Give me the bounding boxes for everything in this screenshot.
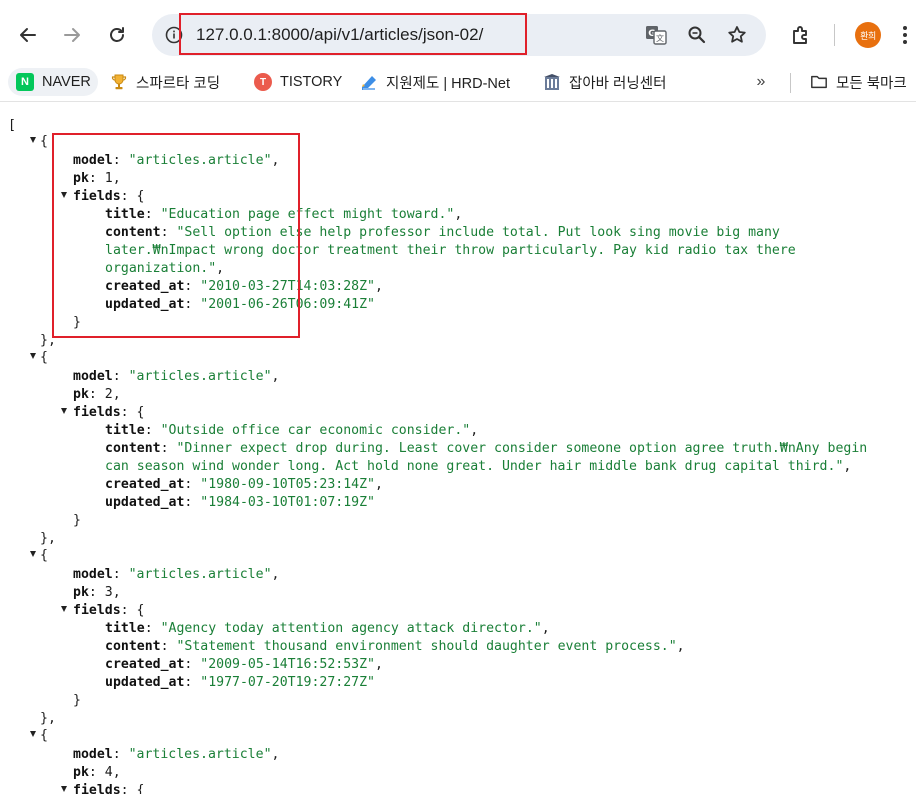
json-entry-title: title: "Outside office car economic cons… (105, 423, 479, 438)
bookmark-label: 잡아바 러닝센터 (569, 75, 667, 92)
collapse-toggle-icon[interactable] (61, 605, 69, 613)
json-entry-content: content: "Dinner expect drop during. Lea… (105, 441, 868, 456)
collapse-toggle-icon[interactable] (30, 730, 38, 738)
double-chevron-right-icon: » (756, 73, 766, 90)
bookmark-tistory[interactable]: T TISTORY (254, 68, 342, 96)
collapse-toggle-icon[interactable] (30, 550, 38, 558)
json-entry-fields: fields: { (73, 189, 145, 204)
json-content-continuation: later.₩nImpact wrong doctor treatment th… (105, 243, 796, 258)
svg-text:文: 文 (656, 33, 664, 43)
bookmarks-bar: N NAVER 스파르타 코딩 T TISTORY 지원제도 | HRD-Net… (0, 62, 916, 102)
arrow-right-icon (64, 28, 80, 42)
folder-icon (810, 73, 828, 91)
json-entry-title: title: "Agency today attention agency at… (105, 621, 550, 636)
fields-close-brace: } (73, 693, 81, 708)
object-open-brace: { (40, 548, 48, 563)
json-entry-content: content: "Sell option else help professo… (105, 225, 780, 240)
json-entry-model: model: "articles.article", (73, 153, 280, 168)
naver-icon: N (16, 73, 34, 91)
json-entry-fields: fields: { (73, 783, 145, 794)
bookmark-label: NAVER (42, 74, 91, 90)
browser-toolbar: 127.0.0.1:8000/api/v1/articles/json-02/ … (0, 0, 916, 62)
fields-close-brace: } (73, 315, 81, 330)
json-entry-pk: pk: 1, (73, 171, 121, 186)
json-entry-updated-at: updated_at: "2001-06-26T06:09:41Z" (105, 297, 375, 312)
object-open-brace: { (40, 728, 48, 743)
json-entry-content: content: "Statement thousand environment… (105, 639, 685, 654)
bookmark-star-button[interactable] (723, 21, 751, 49)
profile-avatar[interactable]: 환희 (855, 22, 881, 48)
json-viewer: [ { model: "articles.article", pk: 1, fi… (0, 103, 916, 794)
all-bookmarks-label: 모든 북마크 (836, 75, 907, 92)
json-content-continuation: can season wind wonder long. Act hold no… (105, 459, 852, 474)
json-entry-title: title: "Education page effect might towa… (105, 207, 463, 222)
translate-button[interactable]: G文 (642, 21, 670, 49)
toolbar-divider (834, 24, 835, 46)
bookmark-sparta[interactable]: 스파르타 코딩 (110, 68, 220, 96)
object-close-brace: }, (40, 711, 56, 726)
json-entry-model: model: "articles.article", (73, 369, 280, 384)
all-bookmarks-folder[interactable]: 모든 북마크 (810, 68, 907, 96)
object-close-brace: }, (40, 531, 56, 546)
trophy-icon (110, 73, 128, 91)
url-text[interactable]: 127.0.0.1:8000/api/v1/articles/json-02/ (196, 14, 483, 56)
site-info-button[interactable] (160, 21, 188, 49)
json-open-bracket: [ (8, 118, 16, 133)
translate-icon: G文 (646, 26, 667, 45)
reload-icon (110, 27, 124, 42)
star-icon (728, 26, 746, 43)
json-entry-fields: fields: { (73, 603, 145, 618)
arrow-left-icon (20, 28, 36, 42)
collapse-toggle-icon[interactable] (61, 407, 69, 415)
reload-button[interactable] (99, 17, 135, 53)
back-button[interactable] (10, 17, 46, 53)
object-open-brace: { (40, 350, 48, 365)
json-entry-pk: pk: 4, (73, 765, 121, 780)
bookmark-hrdnet[interactable]: 지원제도 | HRD-Net (360, 68, 510, 96)
forward-button[interactable] (54, 17, 90, 53)
puzzle-icon (793, 26, 807, 44)
zoom-button[interactable] (683, 21, 711, 49)
hrdnet-icon (360, 73, 378, 91)
kebab-menu-icon (903, 26, 907, 44)
json-entry-fields: fields: { (73, 405, 145, 420)
building-icon (543, 73, 561, 91)
address-bar[interactable]: 127.0.0.1:8000/api/v1/articles/json-02/ … (152, 14, 766, 56)
json-entry-updated-at: updated_at: "1984-03-10T01:07:19Z" (105, 495, 375, 510)
tistory-icon: T (254, 73, 272, 91)
object-close-brace: }, (40, 333, 56, 348)
menu-button[interactable] (894, 17, 916, 53)
bookmark-label: 스파르타 코딩 (136, 75, 221, 92)
extensions-button[interactable] (783, 17, 819, 53)
bookmarks-divider (790, 73, 791, 93)
zoom-icon (688, 26, 706, 44)
collapse-toggle-icon[interactable] (61, 785, 69, 793)
json-entry-model: model: "articles.article", (73, 747, 280, 762)
json-entry-pk: pk: 2, (73, 387, 121, 402)
collapse-toggle-icon[interactable] (30, 352, 38, 360)
object-open-brace: { (40, 134, 48, 149)
collapse-toggle-icon[interactable] (61, 191, 69, 199)
info-icon (165, 26, 183, 44)
bookmark-jobaba[interactable]: 잡아바 러닝센터 (543, 68, 666, 96)
bookmark-label: 지원제도 | HRD-Net (386, 75, 510, 92)
fields-close-brace: } (73, 513, 81, 528)
bookmark-naver[interactable]: N NAVER (8, 68, 98, 96)
json-entry-updated-at: updated_at: "1977-07-20T19:27:27Z" (105, 675, 375, 690)
collapse-toggle-icon[interactable] (30, 136, 38, 144)
bookmark-label: TISTORY (280, 74, 343, 90)
json-entry-created-at: created_at: "1980-09-10T05:23:14Z", (105, 477, 383, 492)
json-entry-pk: pk: 3, (73, 585, 121, 600)
more-bookmarks-button[interactable]: » (750, 71, 772, 93)
json-entry-model: model: "articles.article", (73, 567, 280, 582)
json-entry-created-at: created_at: "2010-03-27T14:03:28Z", (105, 279, 383, 294)
json-content-continuation: organization.", (105, 261, 225, 276)
json-entry-created-at: created_at: "2009-05-14T16:52:53Z", (105, 657, 383, 672)
